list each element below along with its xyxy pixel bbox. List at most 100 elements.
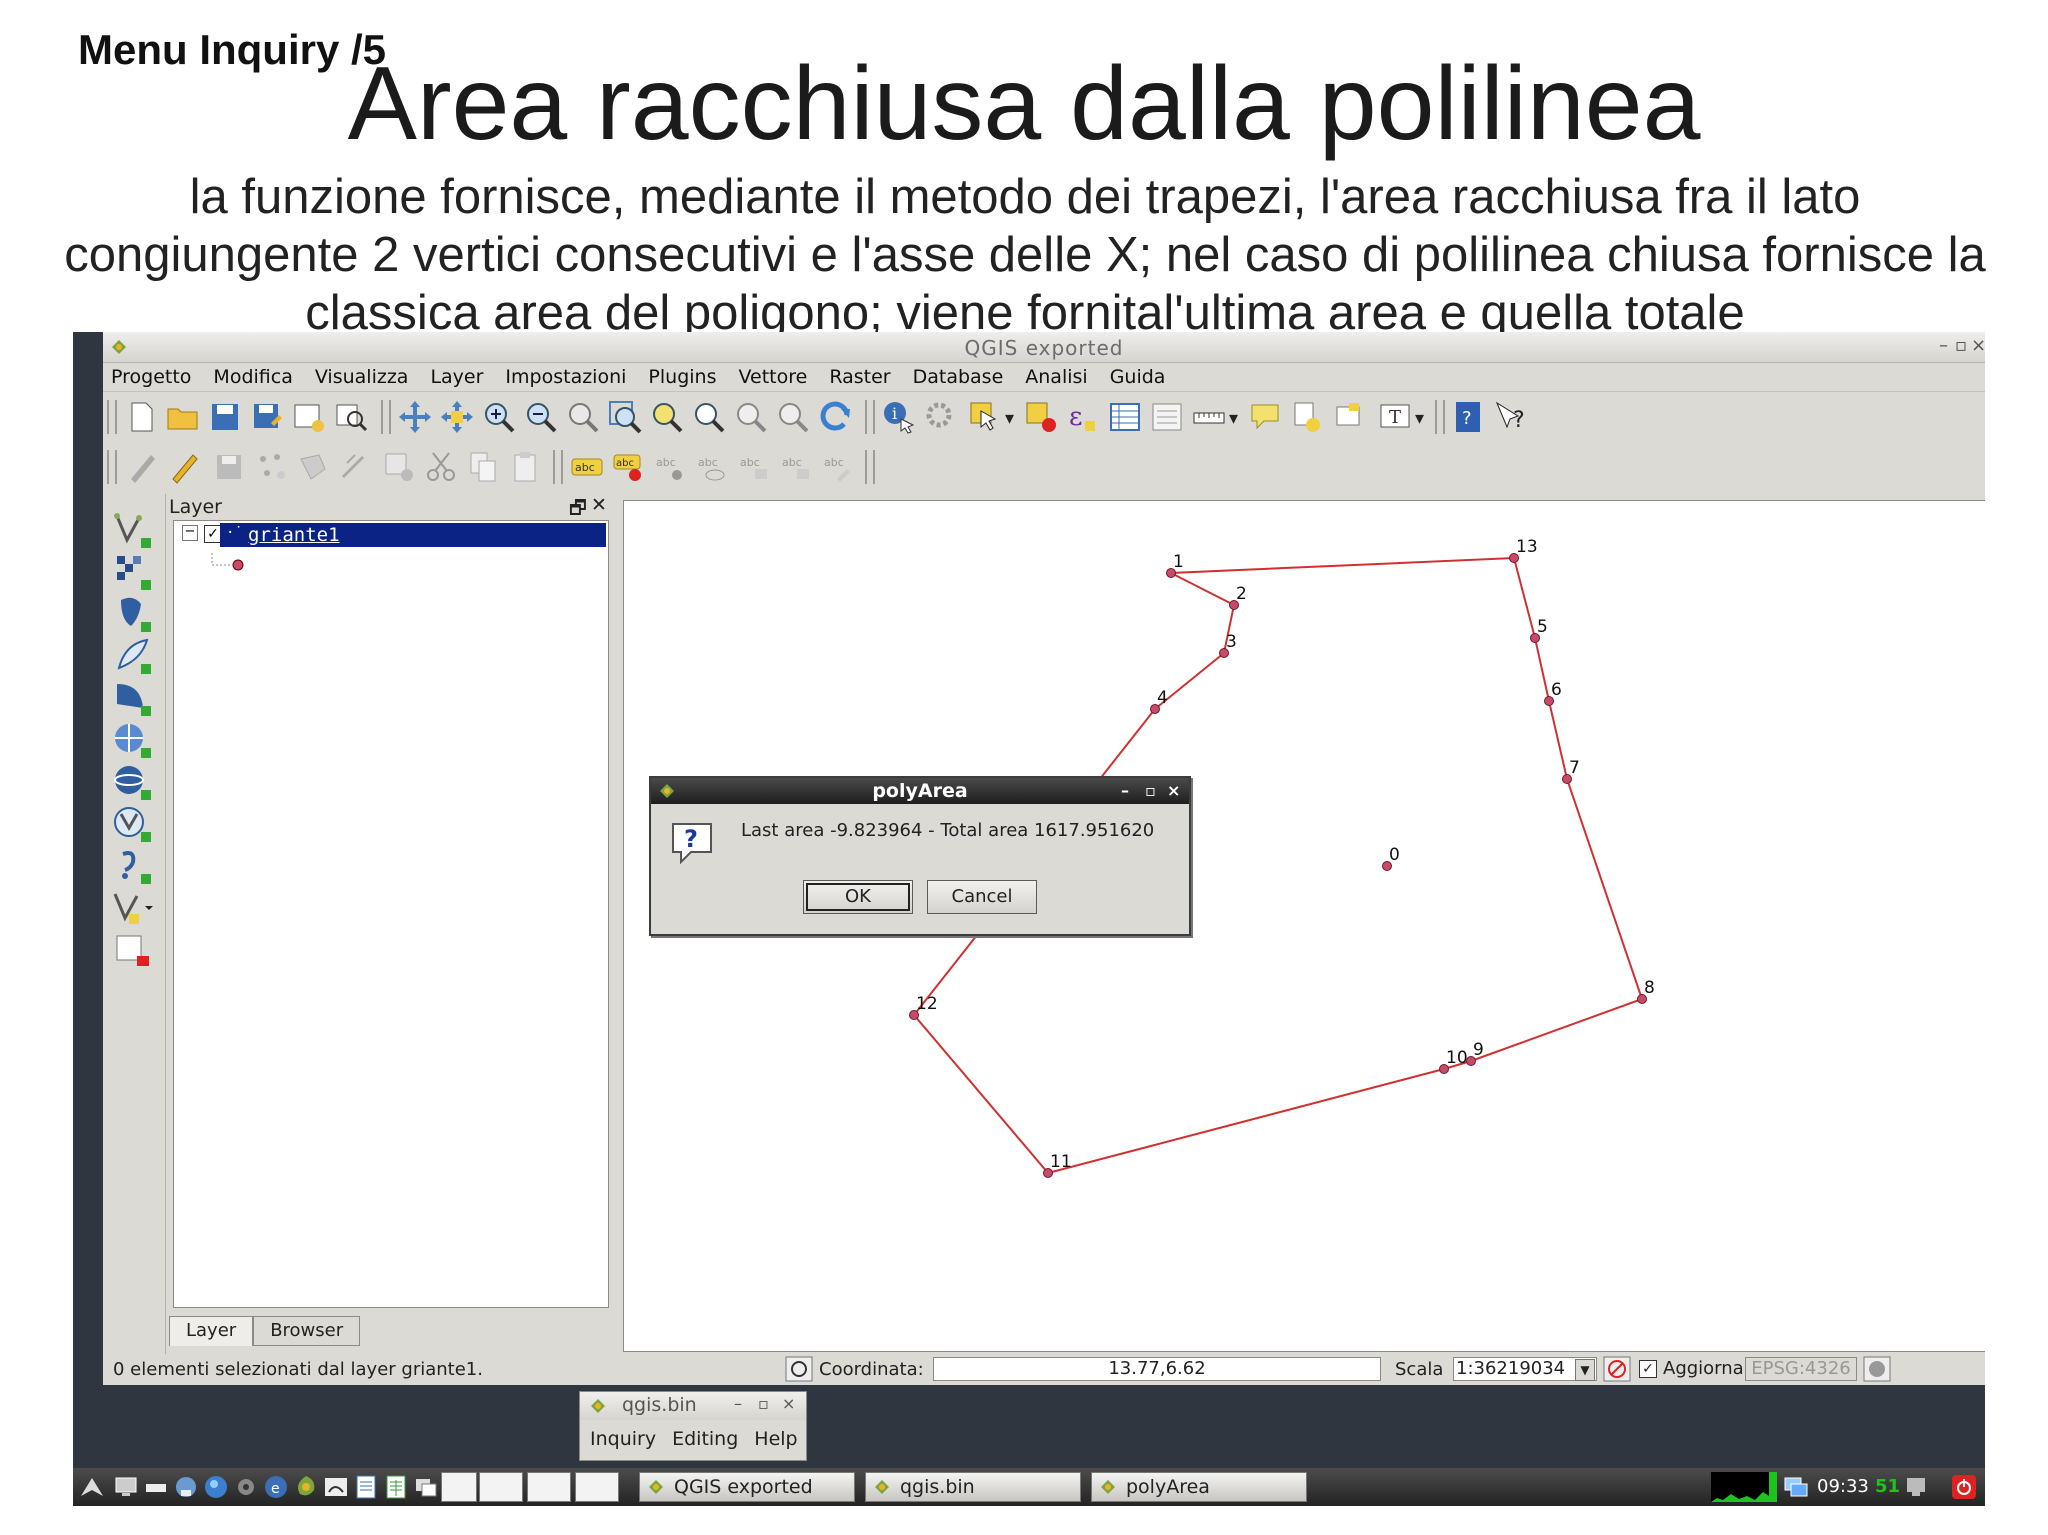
add-postgis-layer-icon[interactable] [111,594,155,634]
mini-close-icon[interactable]: × [782,1394,795,1413]
browser-icon[interactable] [203,1474,229,1500]
maximize-icon[interactable]: ▫ [1955,335,1967,356]
spreadsheet-icon[interactable] [383,1474,409,1500]
dialog-titlebar[interactable]: polyArea – ▫ × [651,778,1189,804]
move-label-icon[interactable]: abc [737,449,773,485]
start-menu-icon[interactable] [79,1474,105,1500]
measure-dropdown-icon[interactable]: ▾ [1229,408,1238,429]
render-checkbox[interactable]: ✓ [1639,1360,1657,1378]
cut-features-icon[interactable] [423,449,459,485]
add-wms-layer-icon[interactable] [111,720,155,760]
toolbar-grip[interactable] [381,400,391,434]
file-manager-icon[interactable] [173,1474,199,1500]
zoom-full-icon[interactable] [607,399,643,435]
settings-icon[interactable] [233,1474,259,1500]
volume-icon[interactable] [1903,1474,1929,1500]
add-vector-layer-icon[interactable] [111,510,155,550]
statistics-icon[interactable] [1149,399,1185,435]
dialog-close-icon[interactable]: × [1167,778,1180,804]
show-hide-labels-icon[interactable]: abc [695,449,731,485]
menu-modifica[interactable]: Modifica [213,366,292,388]
zoom-actual-size-icon[interactable] [565,399,601,435]
mini-panel-titlebar[interactable]: qgis.bin – ▫ × [580,1392,806,1420]
toolbar-grip[interactable] [1435,400,1445,434]
open-project-icon[interactable] [165,399,201,435]
toolbar-grip[interactable] [107,400,117,434]
current-edits-icon[interactable] [125,449,161,485]
paste-features-icon[interactable] [507,449,543,485]
menu-plugins[interactable]: Plugins [648,366,716,388]
menu-database[interactable]: Database [913,366,1004,388]
crs-icon[interactable] [1863,1356,1891,1382]
select-features-icon[interactable] [967,399,1003,435]
workspace-2[interactable] [479,1472,523,1502]
deselect-all-icon[interactable] [1023,399,1059,435]
select-dropdown-icon[interactable]: ▾ [1005,408,1014,429]
workspace-1[interactable] [441,1472,477,1502]
show-bookmarks-icon[interactable] [1331,399,1367,435]
layer-labeling-icon[interactable]: abc [569,449,605,485]
add-point-icon[interactable] [253,449,289,485]
toolbar-grip[interactable] [107,450,117,484]
change-label-icon[interactable]: abc [821,449,857,485]
new-print-composer-icon[interactable] [291,399,327,435]
cancel-button[interactable]: Cancel [927,880,1037,914]
add-spatialite-layer-icon[interactable] [111,636,155,676]
pan-icon[interactable] [397,399,433,435]
scale-dropdown-icon[interactable]: ▼ [1575,1359,1595,1381]
map-tips-icon[interactable] [1247,399,1283,435]
menu-inquiry[interactable]: Inquiry [590,1428,656,1450]
coordinate-field[interactable]: 13.77,6.62 [933,1357,1381,1381]
save-as-icon[interactable] [249,399,285,435]
terminal-icon[interactable] [143,1474,169,1500]
mini-minimize-icon[interactable]: – [734,1394,742,1413]
layer-item-griante1[interactable]: ·˙ griante1 [220,523,606,547]
menu-editing[interactable]: Editing [672,1428,738,1450]
mini-maximize-icon[interactable]: ▫ [758,1394,769,1413]
add-wcs-layer-icon[interactable] [111,762,155,802]
menu-layer[interactable]: Layer [430,366,483,388]
help-contents-icon[interactable]: ? [1451,399,1487,435]
zoom-out-icon[interactable] [523,399,559,435]
tab-browser[interactable]: Browser [253,1316,361,1346]
toggle-editing-icon[interactable] [167,449,203,485]
save-project-icon[interactable] [207,399,243,435]
add-mssql-layer-icon[interactable] [111,678,155,718]
copy-features-icon[interactable] [465,449,501,485]
stop-render-icon[interactable] [1603,1356,1631,1382]
new-shapefile-icon[interactable] [111,888,155,928]
zoom-next-icon[interactable] [775,399,811,435]
network-status-icon[interactable] [1783,1474,1809,1500]
grass-icon[interactable] [323,1474,349,1500]
zoom-last-icon[interactable] [733,399,769,435]
text-annotation-icon[interactable]: T [1377,399,1413,435]
tab-layer[interactable]: Layer [169,1316,254,1346]
attribute-table-icon[interactable] [1107,399,1143,435]
scale-combobox[interactable]: 1:36219034 ▼ [1453,1357,1597,1381]
delete-selected-icon[interactable] [381,449,417,485]
toolbar-grip[interactable] [865,400,875,434]
network-icon[interactable]: e [263,1474,289,1500]
workspace-4[interactable] [575,1472,619,1502]
close-icon[interactable]: × [1971,335,1985,356]
taskbar-window-qgis-bin[interactable]: qgis.bin [865,1472,1081,1502]
refresh-icon[interactable] [817,399,853,435]
menu-progetto[interactable]: Progetto [111,366,191,388]
menu-help[interactable]: Help [754,1428,797,1450]
zoom-to-layer-icon[interactable] [691,399,727,435]
identify-icon[interactable]: i [881,399,917,435]
zoom-in-icon[interactable] [481,399,517,435]
taskbar-window-qgis-exported[interactable]: QGIS exported [639,1472,855,1502]
menu-guida[interactable]: Guida [1110,366,1166,388]
menu-raster[interactable]: Raster [829,366,890,388]
toggle-extents-icon[interactable] [785,1356,813,1382]
ok-button[interactable]: OK [803,880,913,914]
annotation-dropdown-icon[interactable]: ▾ [1415,408,1424,429]
rotate-label-icon[interactable]: abc [779,449,815,485]
composer-manager-icon[interactable] [333,399,369,435]
close-panel-icon[interactable]: ✕ [591,494,607,516]
move-feature-icon[interactable] [337,449,373,485]
highlight-labels-icon[interactable]: abc [653,449,689,485]
crs-status[interactable]: EPSG:4326 [1745,1357,1857,1381]
toolbar-grip[interactable] [553,450,563,484]
